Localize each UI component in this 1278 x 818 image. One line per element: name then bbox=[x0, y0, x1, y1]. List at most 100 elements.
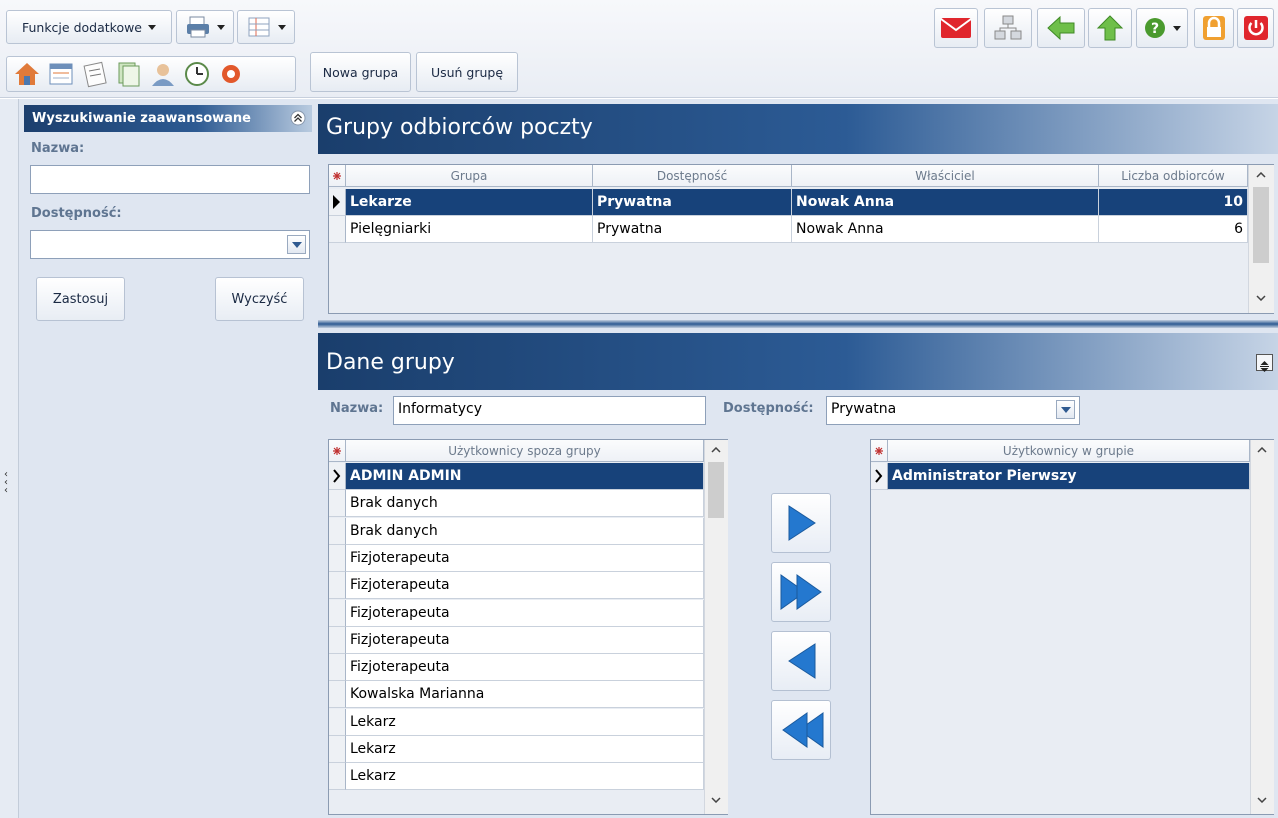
search-availability-select[interactable] bbox=[30, 230, 310, 259]
groups-table: Grupa Dostępność Właściciel Liczba odbio… bbox=[328, 164, 1274, 314]
list-item[interactable]: Fizjoterapeuta bbox=[329, 599, 704, 627]
scroll-down-icon[interactable] bbox=[1256, 295, 1266, 301]
back-button[interactable] bbox=[1037, 8, 1085, 48]
table-row[interactable]: Pielęgniarki Prywatna Nowak Anna 6 bbox=[329, 216, 1248, 243]
delete-group-label: Usuń grupę bbox=[430, 64, 504, 80]
cell-owner: Nowak Anna bbox=[792, 189, 1099, 216]
inside-users-scrollbar[interactable] bbox=[1250, 440, 1274, 814]
splitter[interactable] bbox=[318, 320, 1278, 328]
users-icon[interactable] bbox=[149, 60, 177, 88]
row-indicator bbox=[329, 599, 346, 627]
scroll-up-icon[interactable] bbox=[711, 447, 721, 453]
dropdown-button[interactable] bbox=[1056, 400, 1075, 419]
list-item[interactable]: Kowalska Marianna bbox=[329, 681, 704, 709]
arrow-left-icon bbox=[788, 643, 816, 679]
cell-count: 6 bbox=[1099, 216, 1248, 243]
add-all-users-button[interactable] bbox=[771, 562, 831, 622]
printer-icon bbox=[187, 16, 209, 38]
list-item[interactable]: Administrator Pierwszy bbox=[871, 463, 1250, 490]
user-name: Lekarz bbox=[346, 708, 704, 736]
new-group-button[interactable]: Nowa grupa bbox=[310, 52, 411, 92]
row-indicator bbox=[329, 189, 346, 216]
documents-icon[interactable] bbox=[115, 60, 143, 88]
print-dropdown[interactable] bbox=[176, 10, 234, 44]
groups-scrollbar[interactable] bbox=[1248, 165, 1274, 313]
remove-all-users-button[interactable] bbox=[771, 700, 831, 760]
list-item[interactable]: ADMIN ADMIN bbox=[329, 463, 704, 490]
asterisk-icon bbox=[333, 446, 341, 455]
delete-group-button[interactable]: Usuń grupę bbox=[416, 52, 518, 92]
details-availability-label: Dostępność: bbox=[723, 401, 814, 416]
list-item[interactable]: Lekarz bbox=[329, 708, 704, 736]
details-name-label: Nazwa: bbox=[330, 401, 384, 416]
scroll-down-icon[interactable] bbox=[711, 797, 721, 803]
settings-gear-icon[interactable] bbox=[217, 60, 245, 88]
search-panel-header: Wyszukiwanie zaawansowane bbox=[24, 105, 312, 132]
dropdown-button[interactable] bbox=[287, 235, 306, 254]
remove-user-button[interactable] bbox=[771, 631, 831, 691]
scroll-down-icon[interactable] bbox=[1257, 797, 1267, 803]
lock-button[interactable] bbox=[1194, 8, 1234, 48]
details-name-input[interactable]: Informatycy bbox=[393, 396, 706, 425]
outside-users-scrollbar[interactable] bbox=[704, 440, 728, 814]
collapse-strip[interactable]: ‹ ‹ ‹ bbox=[0, 99, 19, 818]
arrow-right-icon bbox=[788, 505, 816, 541]
list-item[interactable]: Brak danych bbox=[329, 490, 704, 518]
power-icon bbox=[1243, 16, 1268, 40]
clear-button[interactable]: Wyczyść bbox=[215, 277, 304, 321]
scroll-up-icon[interactable] bbox=[1256, 172, 1266, 178]
notes-icon[interactable] bbox=[81, 60, 109, 88]
list-item[interactable]: Fizjoterapeuta bbox=[329, 654, 704, 682]
column-header-inside-users[interactable]: Użytkownicy w grupie bbox=[888, 440, 1250, 462]
mail-button[interactable] bbox=[934, 8, 978, 48]
row-indicator-header bbox=[871, 440, 888, 462]
scroll-thumb[interactable] bbox=[708, 462, 724, 518]
expand-toggle[interactable] bbox=[1256, 354, 1273, 372]
up-button[interactable] bbox=[1088, 8, 1132, 48]
column-header-outside-users[interactable]: Użytkownicy spoza grupy bbox=[346, 440, 704, 462]
help-dropdown[interactable]: ? bbox=[1136, 8, 1188, 48]
lock-icon bbox=[1203, 14, 1225, 40]
scroll-up-icon[interactable] bbox=[1257, 447, 1267, 453]
extra-functions-dropdown[interactable]: Funkcje dodatkowe bbox=[6, 10, 172, 44]
arrow-up-icon bbox=[1096, 15, 1124, 41]
column-header-availability[interactable]: Dostępność bbox=[593, 165, 792, 187]
columns-dropdown[interactable] bbox=[237, 10, 295, 44]
details-availability-select[interactable]: Prywatna bbox=[826, 396, 1080, 425]
row-indicator bbox=[329, 763, 346, 791]
asterisk-icon bbox=[875, 446, 883, 455]
list-item[interactable]: Fizjoterapeuta bbox=[329, 572, 704, 600]
chevron-down-icon bbox=[1061, 407, 1071, 413]
column-header-owner[interactable]: Właściciel bbox=[792, 165, 1099, 187]
home-icon[interactable] bbox=[13, 60, 41, 88]
schedule-icon[interactable] bbox=[47, 60, 75, 88]
search-name-label: Nazwa: bbox=[31, 141, 85, 156]
column-header-group[interactable]: Grupa bbox=[346, 165, 593, 187]
clock-icon[interactable] bbox=[183, 60, 211, 88]
inside-users-table: Użytkownicy w grupie Administrator Pierw… bbox=[870, 439, 1274, 815]
current-row-arrow-icon bbox=[333, 195, 340, 209]
row-indicator-header bbox=[329, 165, 346, 187]
structure-button[interactable] bbox=[984, 8, 1032, 48]
list-item[interactable]: Fizjoterapeuta bbox=[329, 544, 704, 572]
collapse-up-icon[interactable] bbox=[290, 110, 306, 126]
groups-header: Grupy odbiorców poczty bbox=[318, 104, 1278, 154]
table-row[interactable]: Lekarze Prywatna Nowak Anna 10 bbox=[329, 189, 1248, 216]
search-panel-title: Wyszukiwanie zaawansowane bbox=[32, 111, 251, 126]
column-header-count[interactable]: Liczba odbiorców bbox=[1099, 165, 1248, 187]
search-name-input[interactable] bbox=[30, 165, 310, 194]
list-item[interactable]: Lekarz bbox=[329, 736, 704, 763]
apply-button[interactable]: Zastosuj bbox=[36, 277, 125, 321]
details-availability-value: Prywatna bbox=[831, 401, 897, 417]
add-user-button[interactable] bbox=[771, 493, 831, 553]
details-header: Dane grupy bbox=[318, 333, 1278, 390]
list-item[interactable]: Brak danych bbox=[329, 517, 704, 545]
scroll-thumb[interactable] bbox=[1253, 187, 1269, 263]
list-item[interactable]: Fizjoterapeuta bbox=[329, 626, 704, 654]
clear-label: Wyczyść bbox=[231, 291, 288, 307]
collapse-arrows-icon: ‹ ‹ ‹ bbox=[4, 469, 8, 496]
exit-button[interactable] bbox=[1237, 8, 1274, 48]
list-item[interactable]: Lekarz bbox=[329, 763, 704, 791]
row-indicator bbox=[329, 517, 346, 545]
chevron-down-icon bbox=[148, 24, 157, 30]
